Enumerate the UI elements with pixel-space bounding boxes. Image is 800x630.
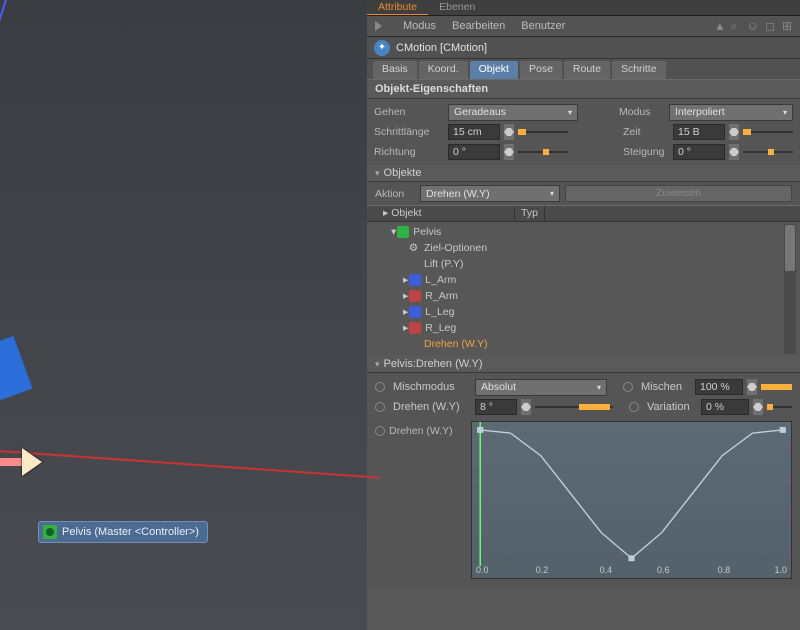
xtick: 0.4	[600, 565, 613, 575]
menu-modus[interactable]: Modus	[403, 20, 436, 32]
input-drehen[interactable]	[475, 399, 517, 415]
grid-icon[interactable]: ⊞	[782, 19, 794, 33]
label-modus: Modus	[619, 106, 665, 118]
input-steigung[interactable]	[673, 144, 725, 160]
menu-bearbeiten[interactable]: Bearbeiten	[452, 20, 505, 32]
label-schrittlaenge: Schrittlänge	[374, 126, 444, 138]
menu-benutzer[interactable]: Benutzer	[521, 20, 565, 32]
axis-x	[0, 447, 380, 478]
label-steigung: Steigung	[623, 146, 669, 158]
object-tree[interactable]: ▾ Pelvis ⚙Ziel-Optionen✦ Lift (P.Y)✦ ▸ L…	[367, 222, 800, 356]
tree-scrollbar[interactable]	[784, 224, 796, 354]
tree-row: ▸ R_Arm	[367, 288, 800, 304]
slider-schrittlaenge[interactable]	[518, 124, 568, 140]
tab-ebenen[interactable]: Ebenen	[428, 0, 486, 15]
radio-mischen[interactable]	[623, 382, 633, 392]
label-variation: Variation	[647, 401, 697, 413]
slider-variation[interactable]	[767, 399, 792, 415]
spinner-schrittlaenge[interactable]	[504, 124, 514, 140]
spinner-drehen[interactable]	[521, 399, 531, 415]
tab-attribute[interactable]: Attribute	[367, 0, 428, 15]
radio-curve[interactable]	[375, 426, 385, 436]
slider-zeit[interactable]	[743, 124, 793, 140]
spinner-steigung[interactable]	[729, 144, 739, 160]
label-zeit: Zeit	[623, 126, 669, 138]
xtick: 0.2	[536, 565, 549, 575]
tree-row: ▸ L_Leg	[367, 304, 800, 320]
radio-mischmodus[interactable]	[375, 382, 385, 392]
btn-zuweisen[interactable]: Zuweisen	[565, 185, 792, 202]
spinner-zeit[interactable]	[729, 124, 739, 140]
input-richtung[interactable]	[448, 144, 500, 160]
label-mischen: Mischen	[641, 381, 691, 393]
input-mischen[interactable]	[695, 379, 743, 395]
fcurve-graph[interactable]: 0.0 0.2 0.4 0.6 0.8 1.0	[471, 421, 792, 579]
attribute-panel: Attribute Ebenen Modus Bearbeiten Benutz…	[367, 0, 800, 630]
label-curve: Drehen (W.Y)	[389, 425, 453, 437]
section-objekte[interactable]: Objekte	[367, 165, 800, 182]
menubar: Modus Bearbeiten Benutzer ▲ ⌕ ⎉ ◻ ⊞	[367, 16, 800, 37]
label-mischmodus: Mischmodus	[393, 381, 471, 393]
tree-row: ▸ R_Leg	[367, 320, 800, 336]
section-objekt-eigenschaften: Objekt-Eigenschaften	[367, 79, 800, 99]
spinner-variation[interactable]	[753, 399, 763, 415]
radio-variation[interactable]	[629, 402, 639, 412]
tab-pose[interactable]: Pose	[520, 61, 562, 79]
section-pelvis-drehen[interactable]: Pelvis:Drehen (W.Y)	[367, 356, 800, 373]
tab-schritte[interactable]: Schritte	[612, 61, 666, 79]
object-title: CMotion [CMotion]	[396, 42, 487, 54]
new-icon[interactable]: ◻	[765, 19, 777, 33]
search-icon[interactable]: ⌕	[731, 19, 743, 33]
viewport[interactable]: Pelvis (Master <Controller>)	[0, 0, 367, 630]
object-header: ✦ CMotion [CMotion]	[367, 37, 800, 59]
input-schrittlaenge[interactable]	[448, 124, 500, 140]
dropdown-modus[interactable]: Interpoliert	[669, 104, 793, 121]
radio-drehen[interactable]	[375, 402, 385, 412]
tooltip-label: Pelvis (Master <Controller>)	[62, 526, 199, 538]
label-aktion: Aktion	[375, 188, 415, 200]
tree-row: Drehen (W.Y)✦	[367, 336, 800, 352]
character-icon	[43, 525, 57, 539]
label-richtung: Richtung	[374, 146, 444, 158]
xtick: 0.8	[718, 565, 731, 575]
slider-drehen[interactable]	[535, 399, 613, 415]
lock-icon[interactable]: ⎉	[748, 19, 760, 33]
dropdown-aktion[interactable]: Drehen (W.Y)	[420, 185, 560, 202]
spinner-mischen[interactable]	[747, 379, 757, 395]
xtick: 0.0	[476, 565, 489, 575]
tab-basis[interactable]: Basis	[373, 61, 417, 79]
xtick: 1.0	[774, 565, 787, 575]
tree-row: ▾ Pelvis	[367, 224, 800, 240]
input-zeit[interactable]	[673, 124, 725, 140]
dropdown-gehen[interactable]: Geradeaus	[448, 104, 578, 121]
object-tooltip: Pelvis (Master <Controller>)	[38, 521, 208, 543]
attribute-tabs: Basis Koord. Objekt Pose Route Schritte	[367, 59, 800, 79]
tree-row: ▸ L_Arm	[367, 272, 800, 288]
slider-mischen[interactable]	[761, 379, 792, 395]
panel-tabs: Attribute Ebenen	[367, 0, 800, 16]
nav-up-icon[interactable]: ▲	[714, 19, 726, 33]
axis-arrow-icon	[0, 448, 48, 476]
cmotion-icon: ✦	[374, 40, 390, 56]
slider-steigung[interactable]	[743, 144, 793, 160]
tab-route[interactable]: Route	[564, 61, 610, 79]
tab-objekt[interactable]: Objekt	[470, 61, 518, 79]
tree-header: ▸ Objekt Typ	[367, 205, 800, 222]
object-mesh	[0, 336, 33, 400]
tab-koord[interactable]: Koord.	[419, 61, 468, 79]
tree-row: Lift (P.Y)✦	[367, 256, 800, 272]
input-variation[interactable]	[701, 399, 749, 415]
spinner-richtung[interactable]	[504, 144, 514, 160]
history-icon[interactable]	[375, 21, 387, 31]
tree-row: ⚙Ziel-Optionen✦	[367, 240, 800, 256]
label-gehen: Gehen	[374, 106, 444, 118]
label-drehen: Drehen (W.Y)	[393, 401, 471, 413]
slider-richtung[interactable]	[518, 144, 568, 160]
dropdown-mischmodus[interactable]: Absolut	[475, 379, 607, 396]
xtick: 0.6	[657, 565, 670, 575]
